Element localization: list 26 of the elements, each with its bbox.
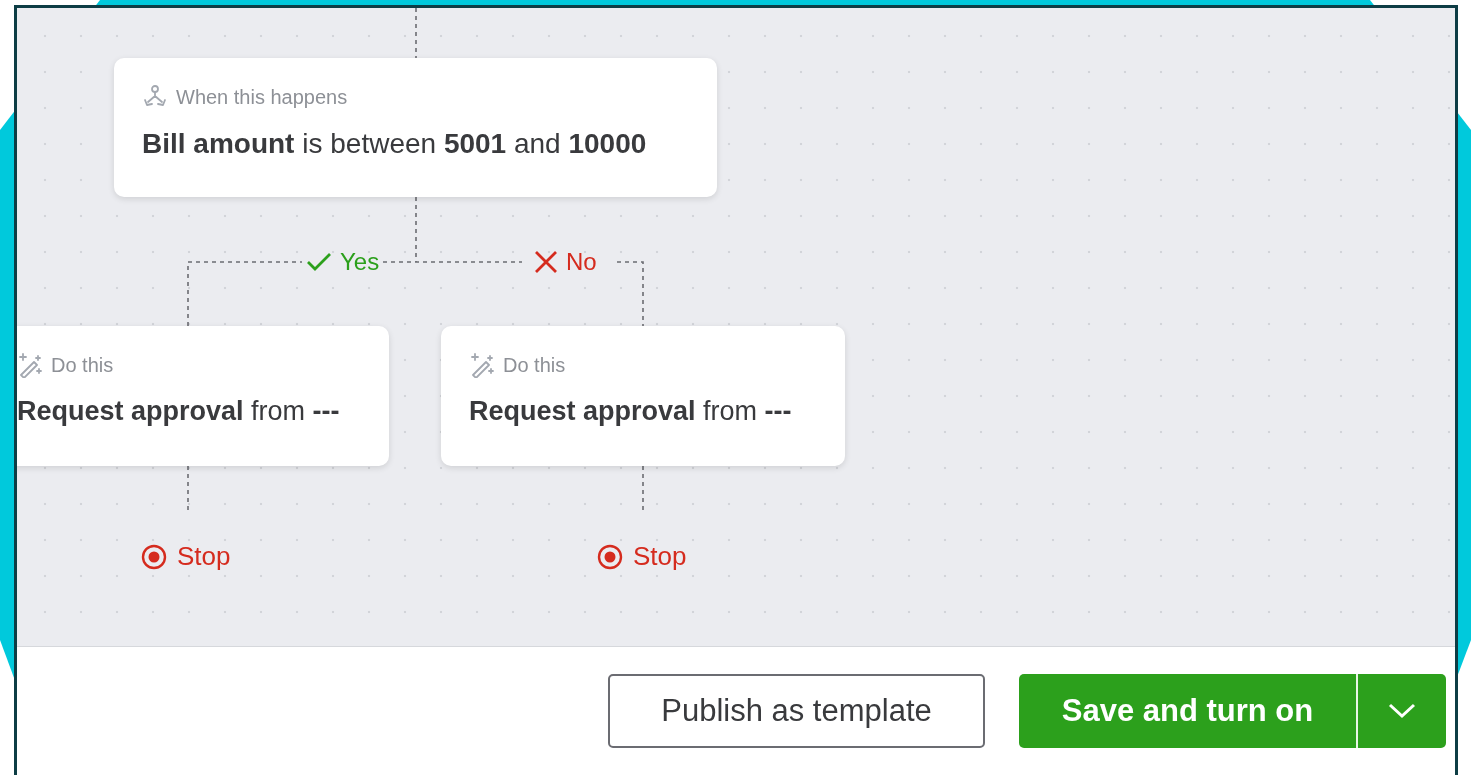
action-text: Request approval from ---: [17, 396, 341, 427]
card-label: When this happens: [176, 85, 348, 109]
condition-text: Bill amount is between 5001 and 10000: [142, 128, 648, 160]
action-card[interactable]: Do this Request approval from ---: [17, 326, 389, 466]
connector-line: [616, 261, 644, 327]
branch-label: Yes: [340, 248, 380, 276]
connector-line: [642, 465, 644, 513]
magic-wand-icon: [17, 352, 43, 378]
magic-wand-icon: [469, 352, 495, 378]
stop-label: Stop: [177, 541, 231, 572]
close-icon: [534, 250, 558, 274]
caret-icon: [1387, 701, 1417, 721]
branch-label: No: [566, 248, 597, 276]
action-card[interactable]: Do this Request approval from ---: [441, 326, 845, 466]
dropdown-button[interactable]: [1356, 674, 1446, 748]
action-text: Request approval from ---: [469, 396, 793, 427]
connector-line: [415, 8, 417, 59]
publish-button[interactable]: Publish as template: [608, 674, 985, 748]
check-icon: [306, 251, 332, 273]
stop-label: Stop: [633, 541, 687, 572]
trigger-card[interactable]: When this happens Bill amount is between 5001 and 10000: [114, 58, 717, 197]
stop-icon: [141, 543, 167, 570]
card-label: Do this: [51, 353, 114, 377]
connector-line: [187, 465, 189, 513]
stop-icon: [597, 543, 623, 570]
card-label: Do this: [503, 353, 566, 377]
